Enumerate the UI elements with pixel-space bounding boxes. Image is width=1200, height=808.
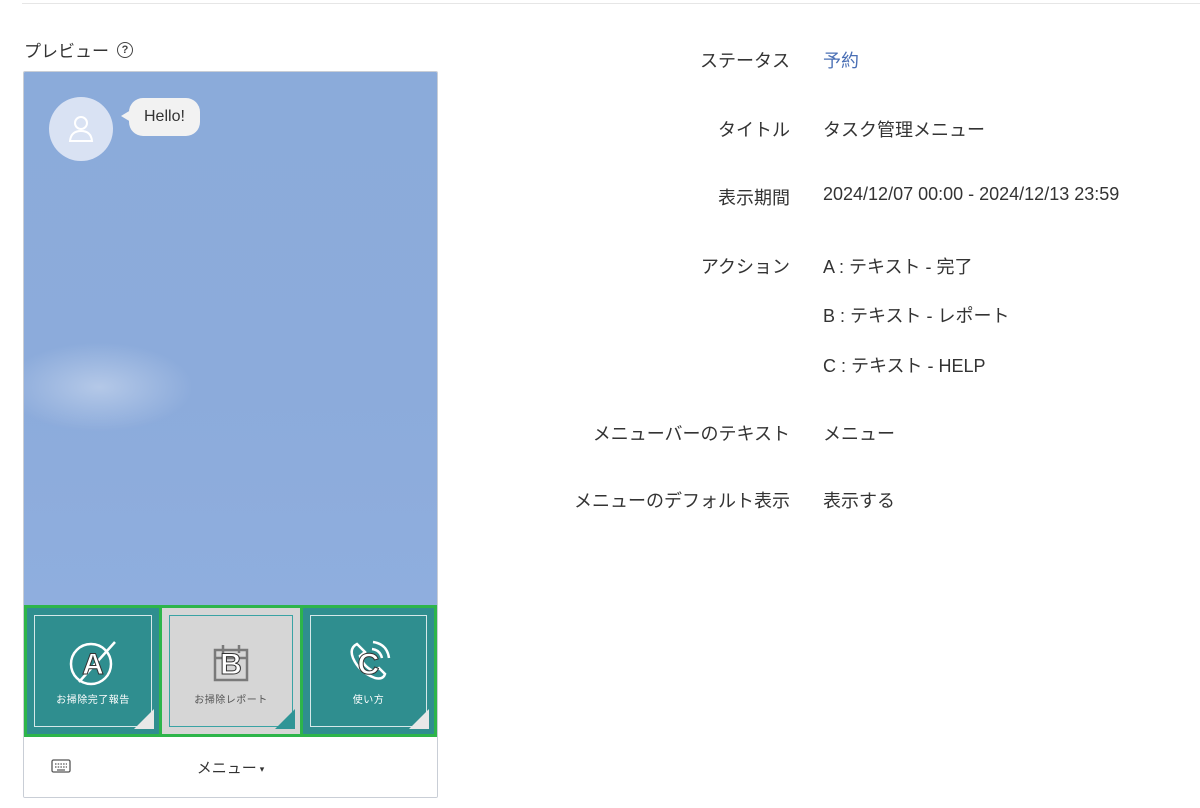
phone-preview: Hello! A お掃除完了報告 B お掃除レポート C 使い方 メニュー ▾ — [23, 71, 438, 798]
actions-label: アクション — [700, 257, 790, 277]
cell-label: お掃除レポート — [194, 695, 268, 706]
help-icon[interactable]: ? — [117, 41, 133, 58]
corner-mark — [275, 709, 295, 729]
cell-label: 使い方 — [352, 695, 385, 706]
cell-label: お掃除完了報告 — [56, 695, 130, 706]
menu-bar: メニュー ▾ — [24, 737, 437, 797]
avatar — [49, 97, 113, 161]
rich-menu-cell-a[interactable]: A お掃除完了報告 — [24, 605, 162, 737]
default-display-label: メニューのデフォルト表示 — [574, 491, 790, 511]
corner-mark — [409, 709, 429, 729]
cell-letter: B — [220, 648, 243, 682]
default-display-value: 表示する — [823, 491, 895, 511]
user-icon — [68, 116, 94, 142]
chat-area: Hello! — [24, 72, 437, 605]
period-value: 2024/12/07 00:00 - 2024/12/13 23:59 — [823, 184, 1120, 204]
action-item-a: A : テキスト - 完了 — [823, 257, 973, 277]
action-item-b: B : テキスト - レポート — [823, 306, 1010, 326]
status-label: ステータス — [700, 51, 790, 71]
action-item-c: C : テキスト - HELP — [823, 356, 986, 376]
menu-bar-label: メニュー — [196, 760, 257, 777]
status-value: 予約 — [823, 51, 859, 71]
period-label: 表示期間 — [718, 188, 790, 208]
caret-down-icon: ▾ — [259, 763, 265, 774]
menubar-text-label: メニューバーのテキスト — [592, 424, 790, 444]
title-label: タイトル — [718, 120, 790, 140]
rich-menu: A お掃除完了報告 B お掃除レポート C 使い方 — [24, 605, 437, 737]
preview-header: プレビュー ? — [24, 37, 133, 62]
top-divider — [22, 3, 1200, 4]
cell-letter: C — [357, 648, 380, 682]
cloud-decoration — [24, 342, 194, 432]
preview-title: プレビュー — [24, 42, 109, 61]
menubar-text-value: メニュー — [823, 424, 895, 444]
title-value: タスク管理メニュー — [823, 120, 985, 140]
rich-menu-cell-b[interactable]: B お掃除レポート — [162, 605, 300, 737]
chat-bubble: Hello! — [121, 98, 200, 136]
corner-mark — [134, 709, 154, 729]
cell-letter: A — [82, 648, 105, 682]
rich-menu-cell-c[interactable]: C 使い方 — [300, 605, 437, 737]
menu-bar-toggle[interactable]: メニュー ▾ — [24, 757, 437, 778]
